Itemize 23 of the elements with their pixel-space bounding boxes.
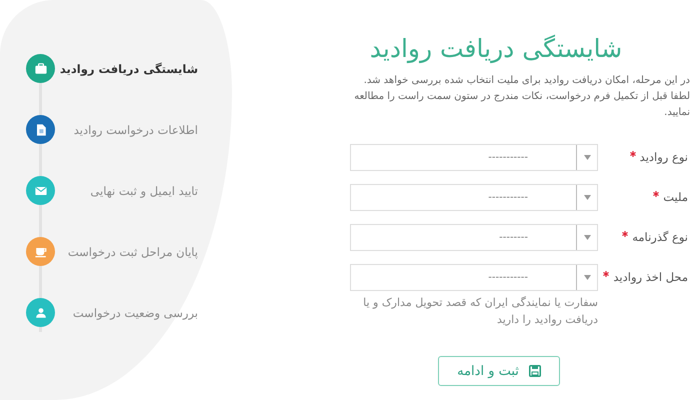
step-label[interactable]: بررسی وضعیت درخواست [55,306,232,320]
select-field[interactable]: ----------- [350,184,598,211]
page-title: شایستگی دریافت روادید [368,34,624,63]
caret-icon [584,155,590,160]
step-label[interactable]: اطلاعات درخواست روادید [55,122,232,136]
caret-icon [584,195,590,200]
help-text: سفارت یا نمایندگی ایران که قصد تحویل مدارک و یا دریافت روادید را دارید [362,295,598,328]
step-label[interactable]: تایید ایمیل و ثبت نهایی [55,184,232,198]
select-field[interactable]: -------- [350,224,598,251]
field-label: محل اخذ روادید [613,270,688,284]
select-field[interactable]: ----------- [350,264,598,291]
briefcase-icon [32,60,48,76]
submit-button[interactable]: ثبت و ادامه [438,356,560,386]
step-label[interactable]: شایستگی دریافت روادید [55,62,232,76]
step-label[interactable]: پایان مراحل ثبت درخواست [55,244,232,258]
caret-icon [584,235,590,240]
description-text: در این مرحله، امکان دریافت روادید برای ملیت انتخاب شده بررسی خواهد شد. لطفا قبل از تکمیل فرم درخواست، نکات مندرج در ستون سمت راست را مطالعه نمایید. [353,74,690,120]
caret-icon [584,275,590,280]
save-icon [528,365,541,377]
field-label: نوع گذرنامه [632,230,688,244]
field-label: نوع روادید [640,150,688,164]
select-field[interactable]: ----------- [350,144,598,171]
field-label: ملیت [663,190,688,204]
